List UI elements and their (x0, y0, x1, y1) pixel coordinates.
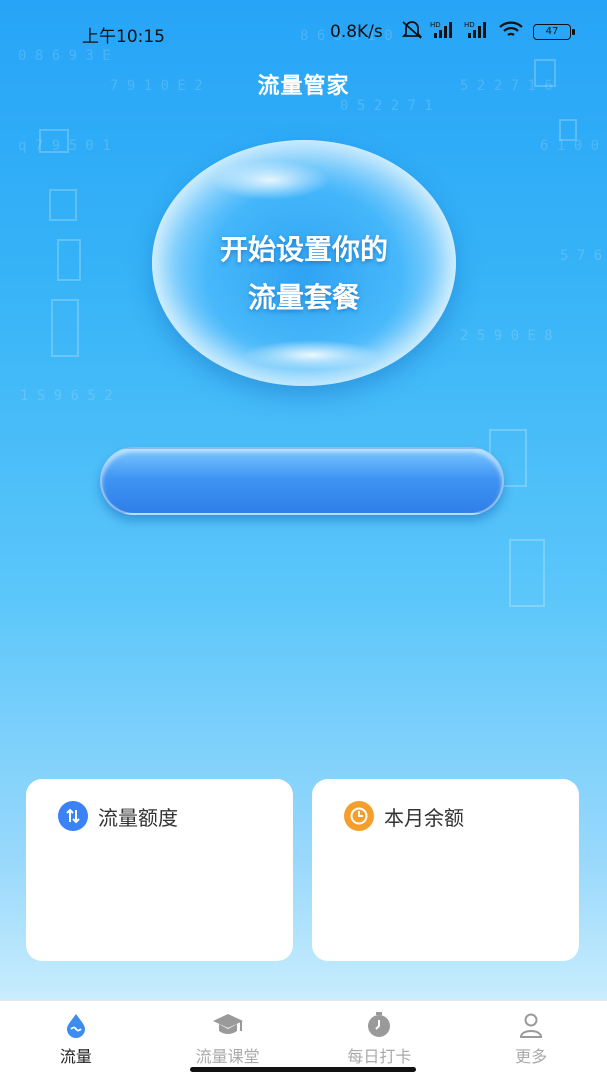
signal-hd-icon: HD (430, 21, 452, 38)
graduation-cap-icon (212, 1014, 243, 1034)
setup-plan-bubble[interactable]: 开始设置你的 流量套餐 (152, 140, 456, 386)
svg-text:2 5 9 0 E 8: 2 5 9 0 E 8 (460, 328, 553, 344)
tab-label: 流量 (59, 1047, 92, 1066)
svg-text:5 7 6 1 9 8: 5 7 6 1 9 8 (560, 248, 607, 264)
quota-card-title: 流量额度 (98, 805, 178, 830)
action-button[interactable] (100, 447, 504, 515)
status-icons: HD HD (400, 20, 524, 40)
home-indicator[interactable] (190, 1067, 416, 1072)
data-arrows-icon (58, 801, 88, 831)
person-icon (520, 1013, 543, 1038)
tab-label: 每日打卡 (347, 1047, 412, 1066)
svg-text:HD: HD (464, 21, 475, 29)
tab-label: 流量课堂 (195, 1047, 260, 1066)
svg-text:6 1 0 0 8 6: 6 1 0 0 8 6 (540, 138, 607, 154)
svg-text:1 S 9 6 5 2: 1 S 9 6 5 2 (20, 388, 113, 404)
tab-label: 更多 (515, 1047, 548, 1066)
bubble-highlight (210, 160, 330, 200)
signal-hd-icon: HD (464, 21, 486, 38)
clock-icon (344, 801, 374, 831)
battery-icon: 47 (533, 24, 575, 40)
status-bar: 上午10:15 0.8K/s HD HD 47 (0, 0, 607, 62)
quota-card[interactable]: 流量额度 (26, 779, 293, 961)
tab-traffic[interactable]: 流量 (0, 1001, 152, 1081)
page-title: 流量管家 (257, 74, 350, 99)
stopwatch-icon (368, 1012, 391, 1037)
bubble-line-1: 开始设置你的 (219, 233, 388, 266)
wifi-icon (499, 21, 523, 36)
tab-more[interactable]: 更多 (455, 1001, 607, 1081)
status-time: 上午10:15 (82, 27, 165, 47)
bubble-text: 开始设置你的 流量套餐 (152, 226, 456, 322)
svg-text:0 5 2 2 7 1: 0 5 2 2 7 1 (340, 98, 433, 114)
bubble-highlight (242, 340, 382, 370)
water-drop-icon (66, 1014, 85, 1038)
bubble-line-2: 流量套餐 (247, 281, 360, 314)
balance-card[interactable]: 本月余额 (312, 779, 579, 961)
svg-text:q 7 9 5 0 1: q 7 9 5 0 1 (18, 138, 111, 154)
mute-icon (401, 21, 423, 39)
network-speed: 0.8K/s (330, 22, 383, 42)
balance-card-title: 本月余额 (384, 805, 464, 830)
svg-text:HD: HD (430, 21, 441, 29)
